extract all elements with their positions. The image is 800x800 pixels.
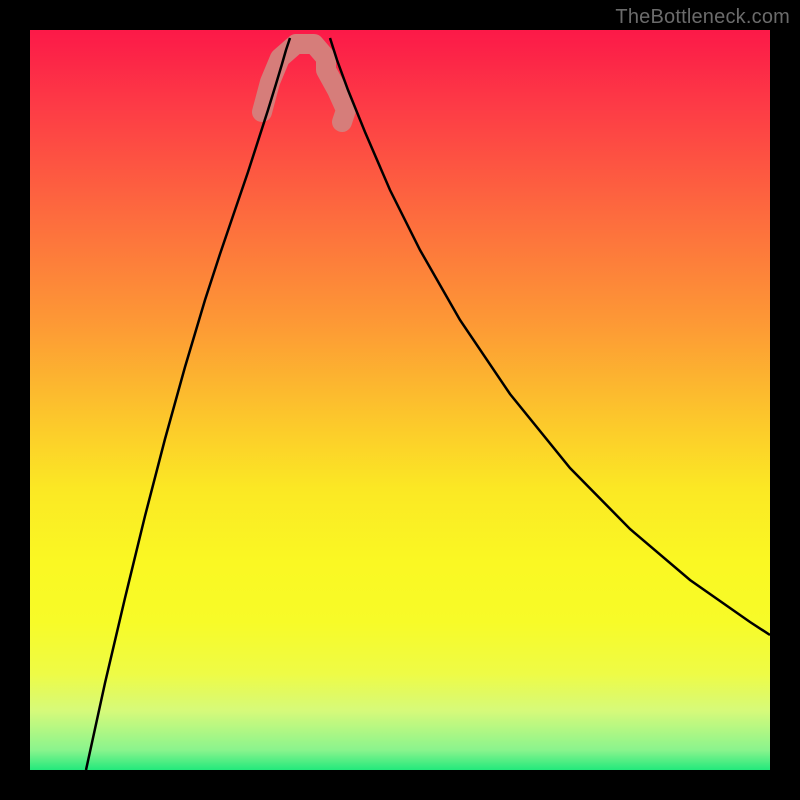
series-left-branch <box>86 38 290 770</box>
series-valley-blob <box>262 44 346 122</box>
plot-area <box>30 30 770 770</box>
chart-frame: TheBottleneck.com <box>0 0 800 800</box>
watermark-text: TheBottleneck.com <box>615 6 790 29</box>
chart-curves-svg <box>30 30 770 770</box>
series-right-branch <box>330 38 770 635</box>
